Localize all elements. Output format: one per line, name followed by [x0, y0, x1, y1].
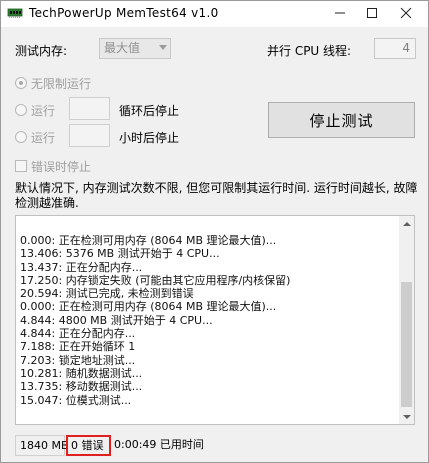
- scroll-up-icon[interactable]: [399, 216, 414, 231]
- hours-radio[interactable]: [15, 131, 27, 143]
- unlimited-label: 无限制运行: [31, 77, 92, 91]
- window-title: TechPowerUp MemTest64 v1.0: [29, 6, 219, 20]
- log-line: 13.735: 移动数据测试...: [20, 380, 143, 394]
- memory-select-value: 最大值: [104, 41, 141, 55]
- status-memory: 1840 MB: [15, 435, 69, 456]
- maximize-icon[interactable]: [361, 4, 383, 22]
- loops-radio[interactable]: [15, 104, 27, 116]
- loops-run-label: 运行: [31, 104, 56, 118]
- description-text: 默认情况下, 内存测试次数不限, 但您可限制其运行时间. 运行时间越长, 故障检…: [15, 181, 418, 210]
- log-lines: 0.000: 正在检测可用内存 (8064 MB 理论最大值)... 13.406…: [20, 234, 400, 407]
- stop-test-button[interactable]: 停止测试: [268, 102, 415, 138]
- memory-chip-icon: [7, 6, 23, 20]
- threads-input[interactable]: 4: [374, 38, 416, 59]
- log-panel[interactable]: 0.000: 正在检测可用内存 (8064 MB 理论最大值)... 13.406…: [15, 215, 415, 425]
- title-bar[interactable]: TechPowerUp MemTest64 v1.0: [1, 1, 428, 27]
- memory-label: 测试内存:: [15, 44, 68, 58]
- log-line: 13.406: 5376 MB 测试开始于 4 CPU...: [20, 247, 220, 261]
- status-elapsed-time: 0:00:49 已用时间: [114, 438, 204, 451]
- status-errors: 0 错误: [66, 435, 111, 456]
- status-bar: 1840 MB 0 错误 0:00:49 已用时间: [1, 430, 428, 462]
- log-line: 15.047: 位模式测试...: [20, 393, 132, 407]
- log-line: 13.437: 正在分配内存...: [20, 260, 143, 274]
- minimize-icon[interactable]: [329, 4, 351, 22]
- memory-select[interactable]: 最大值: [99, 38, 171, 59]
- log-line: 7.188: 正在开始循环 1: [20, 340, 136, 354]
- log-scrollbar[interactable]: [399, 216, 414, 424]
- stop-on-error-checkbox[interactable]: [15, 160, 27, 172]
- loops-input[interactable]: [69, 97, 110, 120]
- loops-suffix-label: 循环后停止: [119, 104, 180, 118]
- log-line: 20.594: 测试已完成, 未检测到错误: [20, 287, 194, 301]
- chevron-down-icon: [159, 45, 167, 50]
- log-line: 17.250: 内存锁定失败 (可能由其它应用程序/内核保留): [20, 273, 291, 287]
- hours-run-label: 运行: [31, 131, 56, 145]
- log-line: 0.000: 正在检测可用内存 (8064 MB 理论最大值)...: [20, 234, 277, 247]
- log-line: 7.203: 锁定地址测试...: [20, 353, 136, 367]
- memtest-window: TechPowerUp MemTest64 v1.0 测试内存: 最大值 并行 …: [0, 0, 429, 463]
- log-line: 4.844: 4800 MB 测试开始于 4 CPU...: [20, 313, 213, 327]
- log-line: 0.000: 正在检测可用内存 (8064 MB 理论最大值)...: [20, 300, 277, 314]
- close-icon[interactable]: [395, 4, 417, 22]
- hours-input[interactable]: [69, 124, 110, 147]
- unlimited-radio[interactable]: [15, 77, 27, 89]
- scroll-down-icon[interactable]: [399, 409, 414, 424]
- stop-on-error-label: 错误时停止: [31, 160, 92, 174]
- log-line: 4.844: 正在分配内存...: [20, 327, 136, 341]
- hours-suffix-label: 小时后停止: [119, 131, 180, 145]
- scroll-thumb[interactable]: [401, 282, 412, 407]
- threads-label: 并行 CPU 线程:: [267, 44, 352, 58]
- log-line: 10.281: 随机数据测试...: [20, 366, 143, 380]
